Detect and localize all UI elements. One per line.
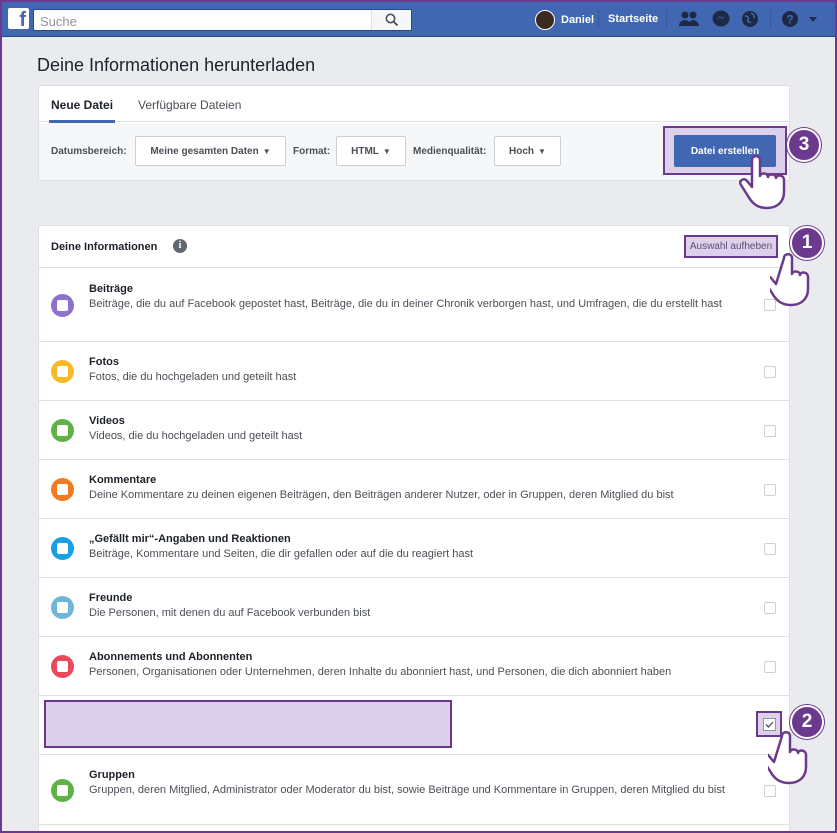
item-description: Beiträge, Kommentare und Seiten, die dir…	[89, 548, 474, 560]
photos-icon	[51, 360, 74, 383]
chevron-down-icon[interactable]	[806, 9, 820, 29]
information-header: Deine Informationen i Auswahl aufheben	[39, 226, 789, 268]
item-checkbox[interactable]	[764, 484, 776, 496]
messages-highlight	[44, 700, 452, 748]
media-quality-select[interactable]: Hoch ▼	[494, 136, 561, 166]
caret-down-icon: ▼	[262, 146, 271, 156]
divider	[598, 10, 599, 28]
format-label: Format:	[293, 146, 331, 157]
tab-available-files[interactable]: Verfügbare Dateien	[138, 98, 241, 112]
top-navigation-bar: f Suche Daniel Startseite ?	[0, 0, 837, 37]
item-title: Fotos	[89, 356, 119, 368]
item-checkbox[interactable]	[764, 425, 776, 437]
pointing-hand-icon	[739, 155, 786, 210]
avatar	[535, 10, 555, 30]
divider	[666, 10, 667, 28]
date-range-select[interactable]: Meine gesamten Daten ▼	[135, 136, 286, 166]
item-description: Die Personen, mit denen du auf Facebook …	[89, 607, 371, 619]
following-followers-icon	[51, 655, 74, 678]
item-description: Fotos, die du hochgeladen und geteilt ha…	[89, 371, 297, 383]
svg-text:?: ?	[786, 13, 793, 27]
item-description: Deine Kommentare zu deinen eigenen Beitr…	[89, 489, 674, 501]
item-description: Videos, die du hochgeladen und geteilt h…	[89, 430, 303, 442]
item-title: Videos	[89, 415, 125, 427]
date-range-value: Meine gesamten Daten	[150, 145, 259, 157]
facebook-logo-icon[interactable]: f	[8, 8, 29, 29]
messenger-icon[interactable]	[710, 9, 732, 29]
format-select[interactable]: HTML ▼	[336, 136, 406, 166]
item-title: Gruppen	[89, 769, 135, 781]
friend-requests-icon[interactable]	[678, 9, 700, 29]
media-quality-value: Hoch	[509, 145, 535, 157]
step-3-marker: 3	[787, 128, 821, 162]
info-icon[interactable]: i	[173, 239, 187, 253]
profile-link[interactable]: Daniel	[535, 9, 594, 31]
friends-icon	[51, 596, 74, 619]
divider	[770, 10, 771, 28]
caret-down-icon: ▼	[538, 146, 546, 156]
list-item-posts[interactable]: Beiträge Beiträge, die du auf Facebook ge…	[39, 269, 789, 342]
format-value: HTML	[351, 145, 379, 157]
item-title: Abonnements und Abonnenten	[89, 651, 253, 663]
list-item-friends[interactable]: Freunde Die Personen, mit denen du auf Fa…	[39, 578, 789, 637]
notifications-globe-icon[interactable]	[739, 9, 761, 29]
list-item-comments[interactable]: Kommentare Deine Kommentare zu deinen eig…	[39, 460, 789, 519]
tab-bar: Neue Datei Verfügbare Dateien	[39, 86, 789, 123]
item-title: Beiträge	[89, 283, 134, 295]
comments-icon	[51, 478, 74, 501]
likes-reactions-icon	[51, 537, 74, 560]
page-title: Deine Informationen herunterladen	[37, 55, 316, 75]
posts-icon	[51, 294, 74, 317]
item-checkbox[interactable]	[764, 366, 776, 378]
search-button[interactable]	[371, 10, 411, 30]
item-description: Beiträge, die du auf Facebook gepostet h…	[89, 298, 722, 310]
home-link[interactable]: Startseite	[608, 13, 658, 25]
tab-new-file[interactable]: Neue Datei	[48, 98, 116, 123]
list-item-following-followers[interactable]: Abonnements und Abonnenten Personen, Orga…	[39, 637, 789, 696]
step-1-marker: 1	[790, 226, 824, 260]
media-quality-label: Medienqualität:	[413, 146, 487, 157]
information-title: Deine Informationen	[51, 241, 158, 253]
item-title: „Gefällt mir“-Angaben und Reaktionen	[89, 533, 291, 545]
deselect-all-button[interactable]: Auswahl aufheben	[684, 235, 778, 258]
date-range-label: Datumsbereich:	[51, 146, 127, 157]
item-checkbox[interactable]	[764, 543, 776, 555]
item-description: Personen, Organisationen oder Unternehme…	[89, 666, 672, 678]
step-2-marker: 2	[790, 705, 824, 739]
videos-icon	[51, 419, 74, 442]
item-title: Freunde	[89, 592, 133, 604]
item-checkbox[interactable]	[764, 785, 776, 797]
user-name: Daniel	[561, 14, 595, 26]
groups-icon	[51, 779, 74, 802]
item-checkbox[interactable]	[764, 602, 776, 614]
item-description: Gruppen, deren Mitglied, Administrator o…	[89, 784, 725, 796]
search-placeholder: Suche	[40, 14, 77, 29]
search-input[interactable]: Suche	[33, 9, 412, 31]
search-icon	[385, 13, 399, 27]
list-item-videos[interactable]: Videos Videos, die du hochgeladen und get…	[39, 401, 789, 460]
list-item-likes-reactions[interactable]: „Gefällt mir“-Angaben und Reaktionen Beit…	[39, 519, 789, 578]
list-item-photos[interactable]: Fotos Fotos, die du hochgeladen und getei…	[39, 342, 789, 401]
caret-down-icon: ▼	[382, 146, 391, 156]
help-icon[interactable]: ?	[780, 9, 802, 29]
list-item-groups[interactable]: Gruppen Gruppen, deren Mitglied, Administ…	[39, 755, 789, 825]
item-title: Kommentare	[89, 474, 157, 486]
item-checkbox[interactable]	[764, 661, 776, 673]
